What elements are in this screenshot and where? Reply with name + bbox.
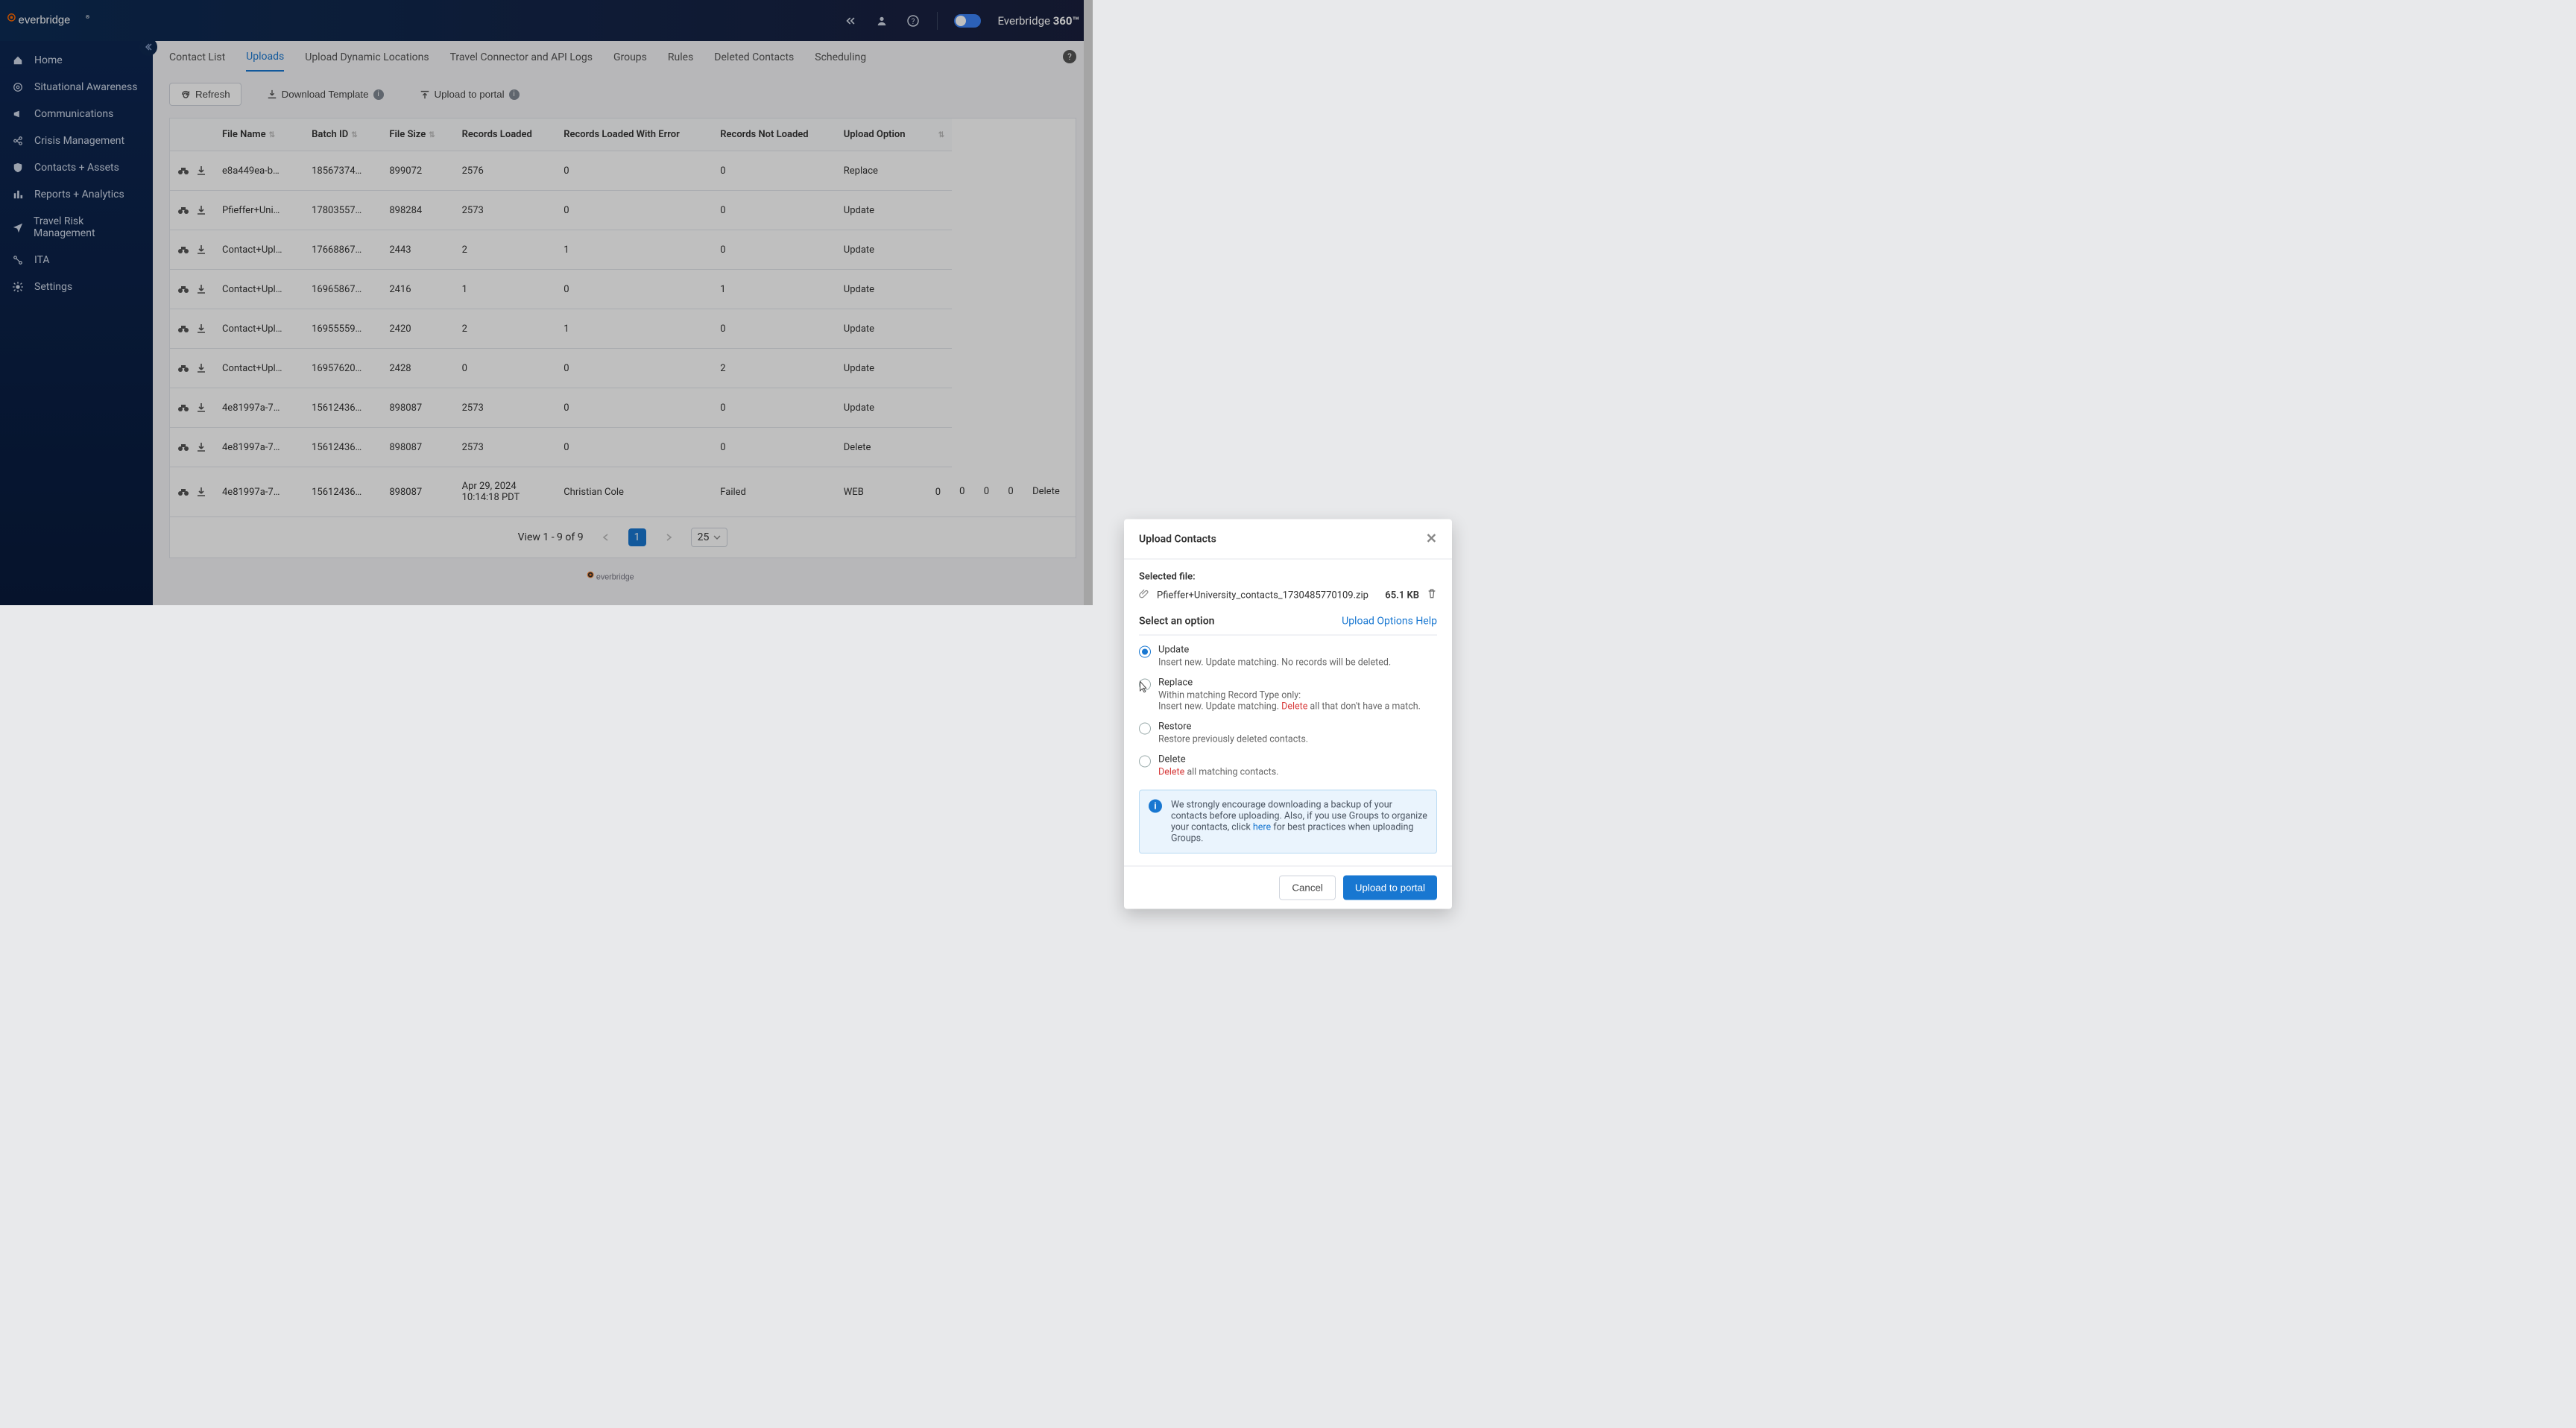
radio-icon	[1139, 679, 1151, 691]
radio-subtext: Delete all matching contacts.	[1158, 767, 1278, 778]
selected-file-label: Selected file:	[1139, 572, 1437, 583]
radio-replace[interactable]: Replace Within matching Record Type only…	[1139, 677, 1437, 713]
radio-restore[interactable]: RestoreRestore previously deleted contac…	[1139, 721, 1437, 745]
modal-backdrop: Upload Contacts ✕ Selected file: Pfieffe…	[0, 0, 1093, 605]
info-icon: i	[1149, 800, 1162, 813]
radio-title: Restore	[1158, 721, 1308, 733]
radio-subtext: Within matching Record Type only:Insert …	[1158, 690, 1421, 713]
radio-icon	[1139, 646, 1151, 658]
attachment-icon	[1139, 589, 1149, 602]
radio-subtext: Restore previously deleted contacts.	[1158, 734, 1308, 745]
upload-options-help-link[interactable]: Upload Options Help	[1342, 616, 1437, 628]
upload-to-portal-button[interactable]: Upload to portal	[1343, 876, 1437, 900]
info-box: i We strongly encourage downloading a ba…	[1139, 790, 1437, 854]
radio-delete[interactable]: Delete Delete all matching contacts.	[1139, 754, 1437, 778]
radio-title: Delete	[1158, 754, 1278, 765]
modal-title: Upload Contacts	[1139, 533, 1216, 545]
radio-icon	[1139, 723, 1151, 735]
upload-contacts-modal: Upload Contacts ✕ Selected file: Pfieffe…	[1124, 519, 1452, 909]
radio-title: Update	[1158, 645, 1391, 656]
radio-title: Replace	[1158, 677, 1421, 689]
radio-icon	[1139, 756, 1151, 768]
file-size: 65.1 KB	[1385, 590, 1419, 601]
file-name: Pfieffer+University_contacts_17304857701…	[1157, 590, 1377, 601]
close-icon[interactable]: ✕	[1426, 531, 1437, 547]
radio-update[interactable]: UpdateInsert new. Update matching. No re…	[1139, 645, 1437, 669]
radio-subtext: Insert new. Update matching. No records …	[1158, 657, 1391, 669]
select-option-label: Select an option	[1139, 616, 1214, 628]
info-here-link[interactable]: here	[1253, 822, 1271, 833]
trash-icon[interactable]	[1427, 589, 1437, 602]
cancel-button[interactable]: Cancel	[1279, 876, 1336, 900]
